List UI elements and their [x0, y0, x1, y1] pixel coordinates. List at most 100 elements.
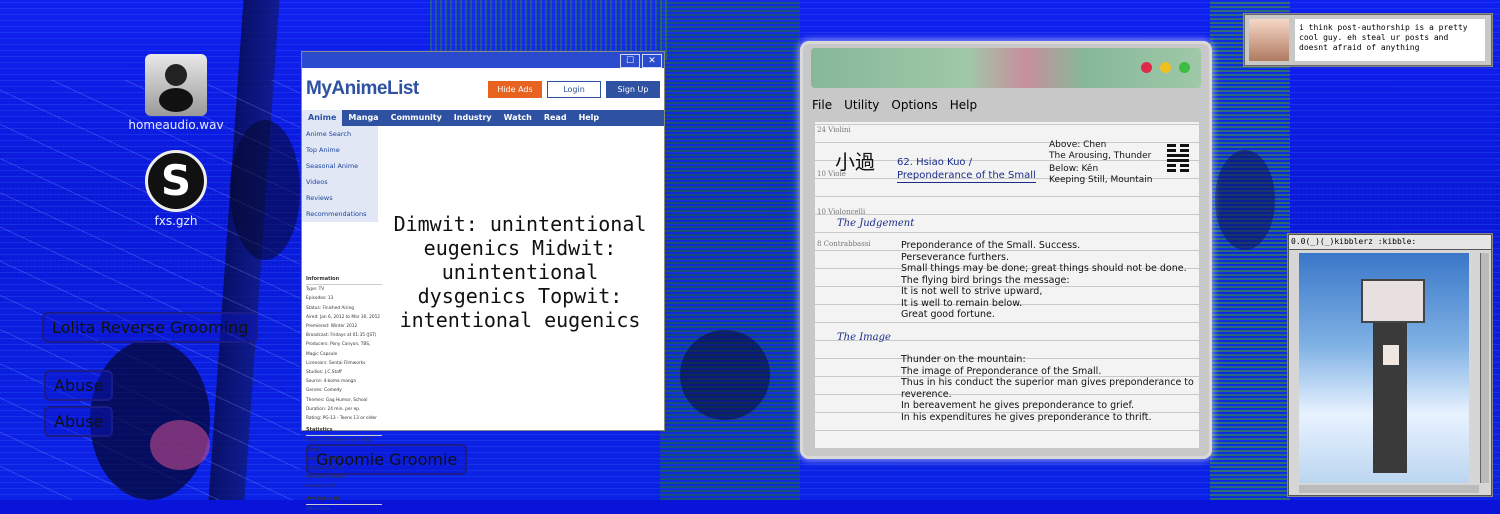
nav-anime[interactable]: Anime: [302, 110, 343, 126]
speaker-icon: [145, 54, 207, 116]
menu-utility[interactable]: Utility: [844, 98, 879, 116]
anime-submenu: Anime Search Top Anime Seasonal Anime Vi…: [302, 126, 378, 222]
info-line: Premiered: Winter 2012: [306, 324, 358, 330]
desktop-icon-fxs[interactable]: S fxs.gzh: [126, 150, 226, 228]
bg-green-stripe: [430, 0, 670, 60]
bg-green-stripe: [660, 0, 800, 500]
submenu-item[interactable]: Anime Search: [302, 126, 378, 142]
text-line: The flying bird brings the message:: [901, 274, 1070, 286]
text-line: Thunder on the mountain:: [901, 354, 1026, 365]
submenu-item[interactable]: Videos: [302, 174, 378, 190]
stats-line: Score: 6.95* (scored by 49,222 users): [306, 438, 373, 453]
stats-line: Members: 118,043: [306, 475, 347, 481]
stats-line: Ranked: #4609*: [306, 456, 342, 462]
submenu-item[interactable]: Reviews: [302, 190, 378, 206]
bg-dark-blob: [1215, 150, 1275, 250]
info-line: Licensors: Sentai Filmworks: [306, 360, 366, 366]
bg-label: Lolita Reverse Grooming: [42, 312, 259, 343]
bg-dark-blob: [230, 120, 300, 260]
bg-green-stripe: [1210, 0, 1290, 500]
text-line: It is well to remain below.: [901, 297, 1023, 309]
info-line: Status: Finished Airing: [306, 305, 355, 311]
score-label: 24 Violini: [817, 126, 851, 134]
minimize-dot[interactable]: [1160, 62, 1171, 73]
image-text: Thunder on the mountain: The image of Pr…: [901, 354, 1194, 423]
avatar[interactable]: [1249, 19, 1289, 61]
chat-message: i think post-authorship is a pretty cool…: [1295, 19, 1485, 61]
bg-label: Abuse: [44, 370, 114, 401]
nav-read[interactable]: Read: [538, 110, 573, 126]
machine-screen: [1383, 345, 1399, 365]
nav-help[interactable]: Help: [573, 110, 606, 126]
machine-image: [1299, 253, 1469, 483]
nav-manga[interactable]: Manga: [342, 110, 384, 126]
nav-community[interactable]: Community: [385, 110, 448, 126]
text-line: It is not well to strive upward,: [901, 286, 1043, 297]
text-line: Small things may be done; great things s…: [901, 263, 1187, 274]
info-line: Type: TV: [306, 287, 325, 293]
score-label: 8 Contrabbassi: [817, 240, 871, 248]
hexagram-page: 24 Violini 10 Viole 10 Violoncelli 8 Con…: [815, 122, 1199, 448]
text-line: Thus in his conduct the superior man giv…: [901, 377, 1194, 388]
stats-heading: Statistics: [306, 426, 382, 437]
info-line: Producers: Pony Canyon, TBS, Magic Capsu…: [306, 342, 371, 357]
submenu-item[interactable]: Top Anime: [302, 142, 378, 158]
close-dot[interactable]: [1141, 62, 1152, 73]
anime-info-sidebar: Information Type: TV Episodes: 13 Status…: [306, 272, 382, 514]
kibblerz-window[interactable]: 0.0(_)(_)kibblerz :kibble:: [1288, 234, 1492, 496]
info-line: Aired: Jan 6, 2012 to Mar 30, 2012: [306, 314, 381, 320]
horizontal-scrollbar[interactable]: [1299, 485, 1479, 493]
mal-header: MyAnimeList Hide Ads Login Sign Up: [302, 68, 664, 110]
official-site-link[interactable]: Official Site: [306, 505, 382, 514]
hide-ads-button[interactable]: Hide Ads: [488, 80, 542, 98]
trigram-info: Above: Chen The Arousing, Thunder Below:…: [1049, 140, 1152, 186]
text-line: The image of Preponderance of the Small.: [901, 365, 1102, 377]
info-line: Source: 4-koma manga: [306, 379, 356, 385]
vertical-scrollbar[interactable]: [1480, 253, 1489, 483]
menu-file[interactable]: File: [812, 98, 832, 116]
info-line: Rating: PG-13 - Teens 13 or older: [306, 416, 377, 422]
signup-button[interactable]: Sign Up: [606, 80, 660, 98]
maximize-dot[interactable]: [1179, 62, 1190, 73]
mal-nav: Anime Manga Community Industry Watch Rea…: [302, 110, 664, 126]
stats-line: Favorites: 511: [306, 484, 337, 490]
overlay-quote: Dimwit: unintentional eugenics Midwit: u…: [393, 212, 647, 332]
window-skin-banner[interactable]: [811, 48, 1201, 88]
menu-help[interactable]: Help: [950, 98, 977, 116]
myanimelist-window[interactable]: ☐ ✕ MyAnimeList Hide Ads Login Sign Up A…: [302, 52, 664, 512]
info-line: Themes: Gag Humor, School: [306, 397, 368, 403]
score-label: 10 Violoncelli: [817, 208, 866, 216]
desktop-icon-label: fxs.gzh: [154, 214, 198, 228]
iching-window[interactable]: File Utility Options Help 24 Violini 10 …: [803, 44, 1209, 456]
hexagram-title-line: Preponderance of the Small: [897, 170, 1036, 183]
info-line: Episodes: 13: [306, 296, 334, 302]
above-trigram-desc: The Arousing, Thunder: [1049, 151, 1152, 161]
close-button[interactable]: ✕: [642, 54, 662, 68]
chat-bubble-widget[interactable]: i think post-authorship is a pretty cool…: [1244, 14, 1492, 66]
submenu-item[interactable]: Seasonal Anime: [302, 158, 378, 174]
info-line: Broadcast: Fridays at 01:35 (JST): [306, 333, 377, 339]
judgement-heading: The Judgement: [837, 218, 915, 229]
image-heading: The Image: [837, 332, 891, 343]
menu-options[interactable]: Options: [891, 98, 937, 116]
info-line: Genres: Comedy: [306, 388, 342, 394]
text-line: In bereavement he gives preponderance to…: [901, 400, 1135, 411]
hexagram-title-line: 62. Hsiao Kuo /: [897, 157, 973, 168]
text-line: In his expenditures he gives preponderan…: [901, 411, 1152, 423]
desktop-icon-homeaudio[interactable]: homeaudio.wav: [126, 54, 226, 132]
login-button[interactable]: Login: [547, 80, 601, 98]
text-line: reverence.: [901, 388, 952, 400]
desktop-icon-label: homeaudio.wav: [128, 118, 224, 132]
hexagram-title: 62. Hsiao Kuo / Preponderance of the Sma…: [897, 156, 1036, 183]
text-line: Perseverance furthers.: [901, 251, 1009, 263]
info-heading: Information: [306, 275, 382, 286]
info-line: Duration: 24 min. per ep.: [306, 406, 361, 412]
mal-logo[interactable]: MyAnimeList: [306, 78, 419, 100]
nav-watch[interactable]: Watch: [498, 110, 538, 126]
shapeshift-s-icon: S: [145, 150, 207, 212]
window-titlebar[interactable]: 0.0(_)(_)kibblerz :kibble:: [1289, 235, 1491, 250]
submenu-item[interactable]: Recommendations: [302, 206, 378, 222]
nav-industry[interactable]: Industry: [448, 110, 498, 126]
window-titlebar[interactable]: ☐ ✕: [302, 52, 664, 68]
maximize-button[interactable]: ☐: [620, 54, 640, 68]
